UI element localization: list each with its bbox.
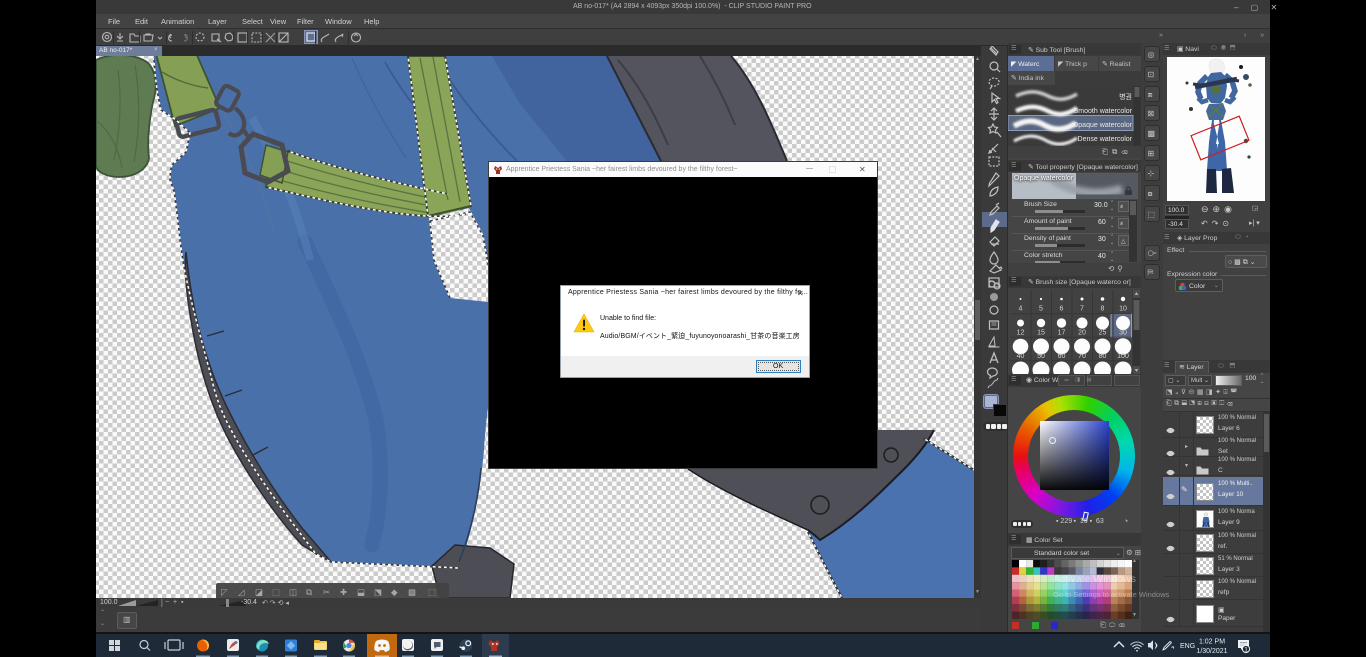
svg-text:1: 1 — [1244, 646, 1248, 653]
svg-text:⧉: ⧉ — [306, 587, 313, 597]
svg-text:7: 7 — [1080, 306, 1084, 313]
svg-text:17: 17 — [1058, 330, 1066, 337]
svg-text:⬚: ⬚ — [428, 587, 436, 597]
svg-text:▩: ▩ — [408, 587, 416, 597]
svg-text:◿: ◿ — [238, 587, 245, 597]
svg-text:12: 12 — [1017, 330, 1025, 337]
svg-text:◪: ◪ — [255, 587, 263, 597]
svg-text:◫: ◫ — [289, 587, 297, 597]
svg-text:70: 70 — [1078, 353, 1086, 360]
svg-text:⬓: ⬓ — [357, 587, 365, 597]
svg-text:25: 25 — [1099, 330, 1107, 337]
svg-text:병권: 병권 — [1119, 92, 1132, 101]
svg-text:ENG: ENG — [1180, 643, 1195, 650]
svg-text:10: 10 — [1119, 306, 1127, 313]
svg-text:50: 50 — [1037, 353, 1045, 360]
svg-text:✚: ✚ — [340, 587, 348, 597]
svg-text:6: 6 — [1060, 306, 1064, 313]
svg-text:40: 40 — [1017, 353, 1025, 360]
svg-text:100: 100 — [1117, 353, 1129, 360]
svg-text:◸: ◸ — [221, 587, 228, 597]
svg-text:4: 4 — [1019, 306, 1023, 313]
svg-text:5: 5 — [1039, 306, 1043, 313]
svg-text:80: 80 — [1099, 353, 1107, 360]
svg-text:15: 15 — [1037, 330, 1045, 337]
svg-text:◆: ◆ — [391, 587, 398, 597]
svg-text:Smooth watercolor: Smooth watercolor — [1074, 108, 1133, 115]
svg-text:⬔: ⬔ — [374, 587, 382, 597]
svg-text:1/30/2021: 1/30/2021 — [1196, 648, 1227, 655]
svg-text:Dense watercolor: Dense watercolor — [1078, 136, 1133, 143]
svg-text:60: 60 — [1058, 353, 1066, 360]
svg-text:20: 20 — [1078, 330, 1086, 337]
svg-text:Opaque watercolor: Opaque watercolor — [1073, 122, 1133, 129]
svg-text:30: 30 — [1119, 330, 1127, 337]
svg-text:1:02 PM: 1:02 PM — [1199, 639, 1225, 646]
svg-text:⬚: ⬚ — [272, 587, 280, 597]
svg-text:✂: ✂ — [323, 587, 331, 597]
svg-text:8: 8 — [1101, 306, 1105, 313]
